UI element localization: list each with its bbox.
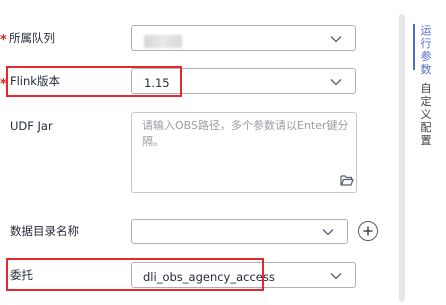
queue-required-mark: * [0,33,7,48]
udf-jar-label: UDF Jar [10,119,53,133]
chevron-down-icon [322,229,334,236]
chevron-down-icon [330,273,342,280]
catalog-name-label: 数据目录名称 [10,224,79,238]
highlight-agency [6,258,264,291]
tab-custom-config[interactable]: 自定义配置 [420,82,432,147]
form-scrollbar[interactable] [399,14,405,302]
udf-jar-placeholder: 请输入OBS路径，多个参数请以Enter键分隔。 [142,119,349,148]
queue-select[interactable] [131,25,356,51]
active-tab-indicator [413,24,415,70]
udf-jar-textarea[interactable]: 请输入OBS路径，多个参数请以Enter键分隔。 [131,112,357,193]
queue-select-value-redacted [144,35,182,48]
plus-icon [363,226,373,236]
chevron-down-icon [330,79,342,86]
add-catalog-button[interactable] [358,221,378,241]
chevron-down-icon [330,36,342,43]
highlight-flink-version [6,66,182,97]
queue-label: 所属队列 [9,31,55,45]
catalog-name-select[interactable] [131,219,348,244]
folder-open-icon[interactable] [340,174,354,186]
tab-run-parameters[interactable]: 运行参数 [420,24,432,76]
